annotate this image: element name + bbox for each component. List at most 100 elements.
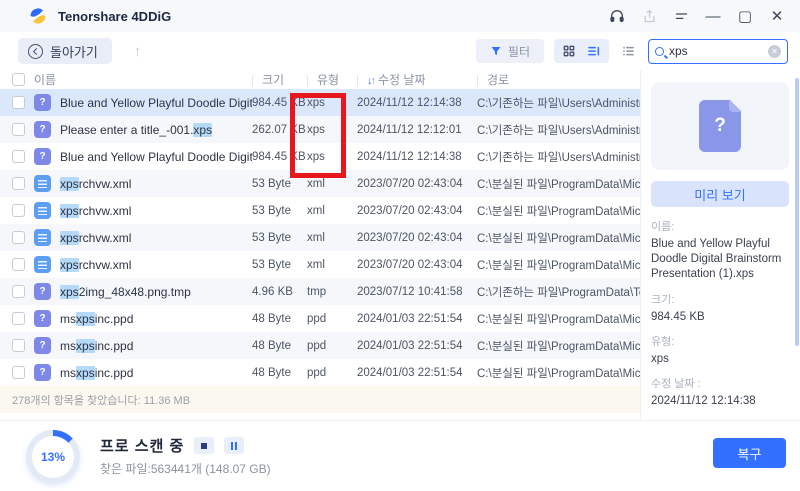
file-size: 262.07 KB	[252, 123, 306, 136]
file-type-icon	[34, 175, 51, 192]
file-size: 48 Byte	[252, 339, 291, 352]
clear-search-icon[interactable]	[768, 44, 781, 58]
table-row[interactable]: msxpsinc.ppd 48 Byte ppd 2024/01/03 22:5…	[0, 359, 640, 386]
file-type: xml	[307, 204, 325, 217]
row-checkbox[interactable]	[12, 204, 25, 217]
table-row[interactable]: Blue and Yellow Playful Doodle Digital B…	[0, 143, 640, 170]
file-type: xml	[307, 231, 325, 244]
file-type: xps	[307, 150, 325, 163]
menu-icon[interactable]	[670, 5, 692, 27]
size-label: 크기:	[651, 293, 675, 306]
col-type[interactable]: 유형	[307, 71, 357, 88]
pause-scan-button[interactable]	[224, 437, 245, 454]
col-size[interactable]: 크기	[252, 71, 307, 88]
date-label: 수정 날짜 :	[651, 377, 701, 390]
name-value: Blue and Yellow Playful Doodle Digital B…	[651, 238, 782, 281]
file-type-icon	[34, 94, 51, 111]
file-name: msxpsinc.ppd	[60, 365, 134, 380]
scan-status-title: 프로 스캔 중	[100, 438, 185, 455]
minimize-button[interactable]: —	[702, 5, 724, 27]
file-date: 2023/07/20 02:43:04	[357, 204, 463, 217]
panel-scrollbar[interactable]	[795, 78, 799, 346]
grid-view-icon[interactable]	[562, 44, 576, 58]
file-type: xml	[307, 177, 325, 190]
view-toggle-group	[554, 39, 609, 63]
file-name: Blue and Yellow Playful Doodle Digital B…	[60, 149, 252, 164]
select-all-checkbox[interactable]	[12, 73, 25, 86]
file-type: ppd	[307, 312, 327, 325]
file-path: C:\분실된 파일\ProgramData\Micr...	[477, 232, 640, 245]
table-row[interactable]: msxpsinc.ppd 48 Byte ppd 2024/01/03 22:5…	[0, 332, 640, 359]
file-date: 2023/07/20 02:43:04	[357, 258, 463, 271]
scan-progress-percent: 13%	[40, 450, 66, 464]
file-details: 이름: Blue and Yellow Playful Doodle Digit…	[651, 218, 788, 420]
row-checkbox[interactable]	[12, 150, 25, 163]
search-input[interactable]	[669, 44, 763, 58]
file-size: 53 Byte	[252, 258, 291, 271]
search-icon	[655, 46, 664, 56]
back-button[interactable]: 돌아가기	[18, 38, 112, 64]
unknown-file-icon: ?	[699, 99, 742, 152]
file-date: 2024/01/03 22:51:54	[357, 312, 463, 325]
file-type: xml	[307, 258, 325, 271]
row-checkbox[interactable]	[12, 123, 25, 136]
app-logo-icon	[30, 8, 46, 24]
file-size: 53 Byte	[252, 231, 291, 244]
table-header: 이름 크기 유형 ↓↑ 수정 날짜 경로	[0, 70, 640, 89]
file-date: 2024/01/03 22:51:54	[357, 339, 463, 352]
col-path[interactable]: 경로	[477, 71, 640, 88]
row-checkbox[interactable]	[12, 285, 25, 298]
close-button[interactable]: ✕	[766, 5, 788, 27]
file-name: msxpsinc.ppd	[60, 338, 134, 353]
file-name: msxpsinc.ppd	[60, 311, 134, 326]
file-name: xpsrchvw.xml	[60, 203, 132, 218]
app-title: Tenorshare 4DDiG	[58, 8, 172, 24]
row-checkbox[interactable]	[12, 96, 25, 109]
table-row[interactable]: xpsrchvw.xml 53 Byte xml 2023/07/20 02:4…	[0, 224, 640, 251]
file-path: C:\기존하는 파일\Users\Administr...	[477, 97, 640, 110]
funnel-icon	[491, 47, 501, 55]
file-type-icon	[34, 310, 51, 327]
detail-view-icon[interactable]	[586, 44, 601, 58]
row-checkbox[interactable]	[12, 339, 25, 352]
headphones-support-icon[interactable]	[606, 5, 628, 27]
table-row[interactable]: xpsrchvw.xml 53 Byte xml 2023/07/20 02:4…	[0, 170, 640, 197]
col-name[interactable]: 이름	[34, 71, 252, 88]
up-directory-icon[interactable]: ↑	[134, 43, 142, 60]
list-view-icon[interactable]	[619, 44, 638, 58]
maximize-button[interactable]: ▢	[734, 5, 756, 27]
file-size: 53 Byte	[252, 204, 291, 217]
file-date: 2024/11/12 12:12:01	[357, 123, 462, 136]
table-row[interactable]: xpsrchvw.xml 53 Byte xml 2023/07/20 02:4…	[0, 251, 640, 278]
file-size: 4.96 KB	[252, 285, 293, 298]
row-checkbox[interactable]	[12, 312, 25, 325]
type-label: 유형:	[651, 335, 675, 348]
row-checkbox[interactable]	[12, 258, 25, 271]
file-path: C:\기존하는 파일\Users\Administr...	[477, 151, 640, 164]
row-checkbox[interactable]	[12, 366, 25, 379]
table-row[interactable]: Please enter a title_-001.xps 262.07 KB …	[0, 116, 640, 143]
file-type: tmp	[307, 285, 327, 298]
file-path: C:\기존하는 파일\ProgramData\Te...	[477, 286, 640, 299]
scan-progress-ring: 13%	[26, 430, 80, 484]
sort-icon[interactable]: ↓↑	[367, 75, 376, 87]
recover-button[interactable]: 복구	[713, 438, 786, 468]
stop-scan-button[interactable]	[194, 437, 215, 454]
preview-button[interactable]: 미리 보기	[651, 181, 789, 207]
table-row[interactable]: Blue and Yellow Playful Doodle Digital B…	[0, 89, 640, 116]
table-row[interactable]: xpsrchvw.xml 53 Byte xml 2023/07/20 02:4…	[0, 197, 640, 224]
table-row[interactable]: msxpsinc.ppd 48 Byte ppd 2024/01/03 22:5…	[0, 305, 640, 332]
file-size: 48 Byte	[252, 312, 291, 325]
col-date[interactable]: ↓↑ 수정 날짜	[357, 71, 477, 88]
table-row[interactable]: xps2img_48x48.png.tmp 4.96 KB tmp 2023/0…	[0, 278, 640, 305]
file-date: 2024/01/03 22:51:54	[357, 366, 463, 379]
row-checkbox[interactable]	[12, 231, 25, 244]
preview-panel: ? 미리 보기 이름: Blue and Yellow Playful Dood…	[640, 70, 800, 420]
file-path: C:\분실된 파일\ProgramData\Micr...	[477, 367, 640, 380]
file-name: xpsrchvw.xml	[60, 230, 132, 245]
row-checkbox[interactable]	[12, 177, 25, 190]
preview-thumbnail-area: ?	[651, 82, 789, 170]
scan-found-files: 찾은 파일:563441개 (148.07 GB)	[100, 462, 271, 476]
file-type: xps	[307, 123, 325, 136]
filter-button[interactable]: 필터	[475, 39, 544, 63]
